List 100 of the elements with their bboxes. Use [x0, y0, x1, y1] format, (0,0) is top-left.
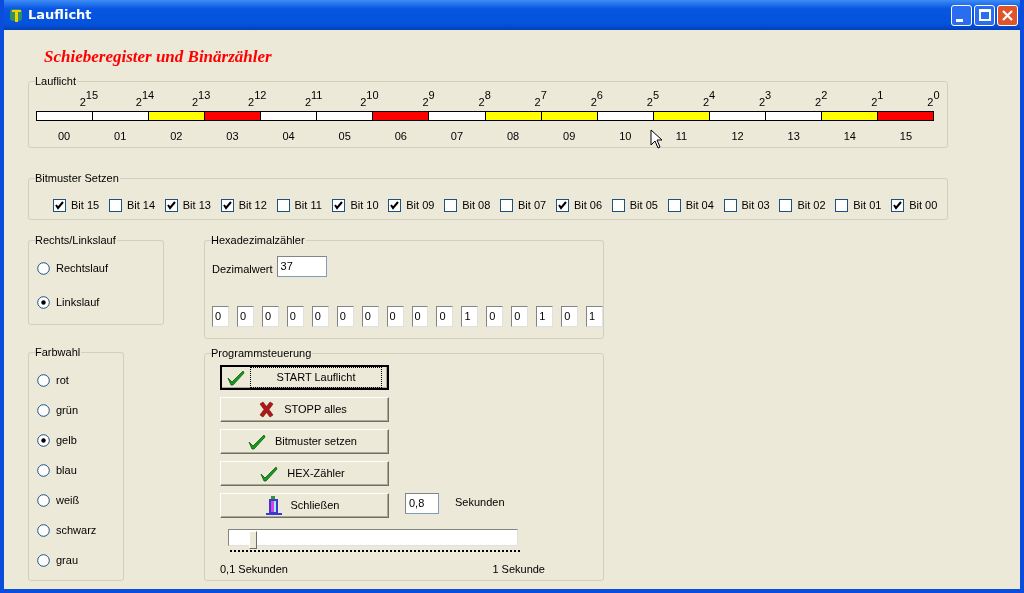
digit-field[interactable]: 1 — [461, 305, 479, 327]
radio-button[interactable] — [37, 433, 50, 447]
door-icon — [265, 496, 282, 515]
digit-field[interactable]: 0 — [311, 305, 329, 327]
digit-field[interactable]: 0 — [561, 305, 579, 327]
checkbox[interactable] — [276, 198, 290, 212]
lamp-label: 14 — [843, 130, 856, 142]
checkbox-label[interactable]: Bit 02 — [797, 196, 826, 214]
checkbox-label[interactable]: Bit 13 — [182, 196, 211, 214]
button[interactable]: STOPP alles — [220, 397, 389, 422]
radio-button[interactable] — [37, 403, 50, 417]
app-icon — [8, 7, 24, 23]
close-icon — [258, 401, 276, 418]
checkbox[interactable] — [835, 198, 849, 212]
group-label: Bitmuster Setzen — [35, 172, 120, 185]
digit-field[interactable]: 0 — [236, 305, 254, 327]
heading: Schieberegister und Binärzähler — [44, 46, 273, 68]
maximize-button[interactable] — [974, 4, 995, 26]
checkbox-label[interactable]: Bit 01 — [853, 196, 882, 214]
checkbox[interactable] — [332, 198, 346, 212]
digit-field[interactable]: 0 — [486, 305, 504, 327]
lamp-label: 09 — [563, 130, 576, 142]
digit-field[interactable]: 1 — [536, 305, 554, 327]
slider-track[interactable] — [228, 529, 518, 546]
checkbox-label[interactable]: Bit 05 — [629, 196, 658, 214]
lamp-label: 04 — [282, 130, 295, 142]
lamp-label: 02 — [170, 130, 183, 142]
checkbox-label[interactable]: Bit 10 — [350, 196, 379, 214]
digit-field[interactable]: 0 — [286, 305, 304, 327]
checkbox-label[interactable]: Bit 03 — [741, 196, 770, 214]
checkbox-label[interactable]: Bit 11 — [294, 196, 322, 214]
window-title: Lauflicht — [28, 6, 93, 25]
checkbox[interactable] — [667, 198, 681, 212]
radio-label[interactable]: blau — [56, 461, 77, 479]
radio-button[interactable] — [37, 463, 50, 477]
digit-field[interactable]: 0 — [411, 305, 429, 327]
group-label: Farbwahl — [35, 346, 82, 359]
group-label: Programmsteuerung — [211, 347, 313, 360]
checkbox[interactable] — [220, 198, 234, 212]
slider-min-label: 0,1 Sekunden — [220, 562, 288, 577]
minimize-button[interactable] — [951, 4, 972, 26]
radio-label[interactable]: weiß — [56, 491, 80, 509]
digit-field[interactable]: 1 — [586, 305, 603, 327]
checkbox[interactable] — [444, 198, 458, 212]
button[interactable]: START Lauflicht — [220, 365, 389, 390]
radio-label[interactable]: grau — [56, 551, 79, 569]
radio-button[interactable] — [37, 295, 50, 309]
checkbox-label[interactable]: Bit 04 — [685, 196, 714, 214]
digit-field[interactable]: 0 — [212, 305, 229, 327]
radio-label[interactable]: Rechtslauf — [56, 259, 108, 277]
radio-button[interactable] — [37, 493, 50, 507]
radio-label[interactable]: gelb — [56, 431, 77, 449]
lamp-label: 12 — [731, 130, 744, 142]
checkbox[interactable] — [555, 198, 569, 212]
checkbox[interactable] — [108, 198, 122, 212]
input-field[interactable]: 37 — [276, 256, 327, 277]
digit-field[interactable]: 0 — [386, 305, 404, 327]
radio-label[interactable]: grün — [56, 401, 79, 419]
radio-label[interactable]: rot — [56, 371, 69, 389]
group-label: Lauflicht — [35, 75, 77, 88]
radio-label[interactable]: Linkslauf — [56, 293, 100, 311]
radio-button[interactable] — [37, 261, 50, 275]
close-button[interactable] — [997, 4, 1018, 26]
radio-button[interactable] — [37, 523, 50, 537]
checkbox-label[interactable]: Bit 08 — [462, 196, 491, 214]
radio-button[interactable] — [37, 553, 50, 567]
checkbox[interactable] — [53, 198, 66, 212]
checkbox-label[interactable]: Bit 07 — [518, 196, 547, 214]
checkbox-label[interactable]: Bit 06 — [573, 196, 602, 214]
lamp-label: 05 — [338, 130, 351, 142]
checkbox[interactable] — [611, 198, 625, 212]
slider-thumb[interactable] — [248, 531, 257, 549]
lamp-label: 01 — [114, 130, 127, 142]
digit-field[interactable]: 0 — [436, 305, 454, 327]
checkbox[interactable] — [388, 198, 402, 212]
button[interactable]: HEX-Zähler — [220, 461, 389, 486]
checkbox-label[interactable]: Bit 00 — [909, 196, 938, 214]
radio-label[interactable]: schwarz — [56, 521, 97, 539]
checkbox[interactable] — [500, 198, 513, 212]
check-icon — [226, 369, 245, 386]
button[interactable]: Bitmuster setzen — [220, 429, 389, 454]
lamp-label: 06 — [394, 130, 407, 142]
checkbox-label[interactable]: Bit 09 — [406, 196, 435, 214]
checkbox[interactable] — [779, 198, 793, 212]
checkbox-label[interactable]: Bit 12 — [238, 196, 267, 214]
digit-field[interactable]: 0 — [511, 305, 529, 327]
radio-button[interactable] — [37, 373, 50, 387]
lamp-label: 03 — [226, 130, 239, 142]
checkbox[interactable] — [891, 198, 905, 212]
checkbox-label[interactable]: Bit 14 — [126, 196, 155, 214]
input-field[interactable]: 0,8 — [405, 493, 439, 514]
field-label: Dezimalwert — [212, 262, 273, 277]
digit-field[interactable]: 0 — [261, 305, 279, 327]
checkbox-label[interactable]: Bit 15 — [71, 196, 100, 214]
digit-field[interactable]: 0 — [361, 305, 379, 327]
pointer-cursor-icon — [650, 129, 663, 149]
button[interactable]: Schließen — [220, 493, 389, 518]
digit-field[interactable]: 0 — [336, 305, 354, 327]
checkbox[interactable] — [723, 198, 737, 212]
checkbox[interactable] — [164, 198, 178, 212]
